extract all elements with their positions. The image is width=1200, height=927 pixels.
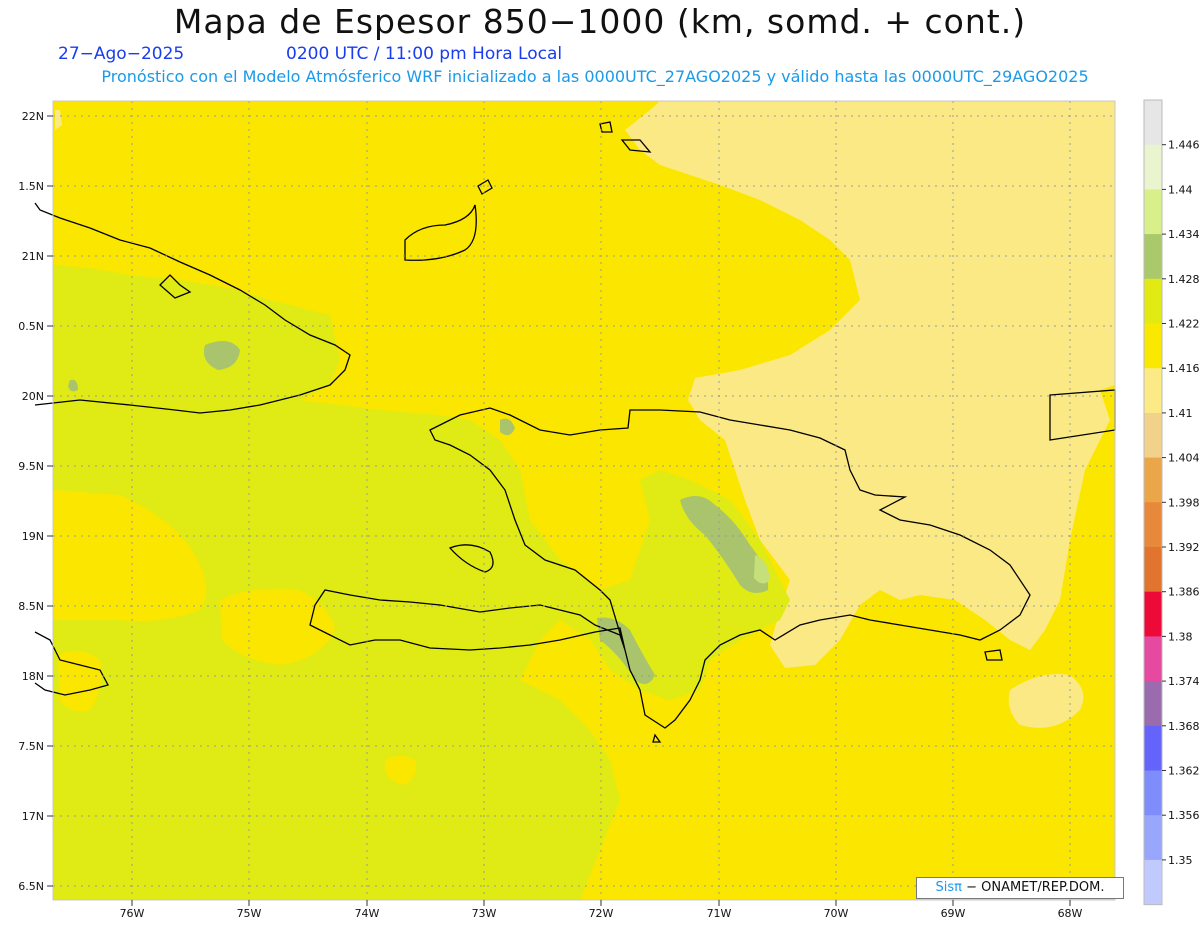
lat-label: 6.5N	[18, 880, 44, 893]
colorbar-swatch	[1144, 591, 1162, 637]
colorbar-swatch	[1144, 457, 1162, 503]
sis-logo-text: Sisπ	[935, 880, 962, 895]
colorbar-label: 1.386	[1168, 586, 1200, 599]
colorbar-swatch	[1144, 636, 1162, 682]
credit-box: Sisπ − ONAMET/REP.DOM.	[916, 877, 1124, 899]
lon-label: 75W	[237, 907, 262, 920]
yellow-patch-cay	[58, 651, 102, 712]
lat-label: 7.5N	[18, 740, 44, 753]
colorbar-label: 1.44	[1168, 183, 1193, 196]
lat-label: 21N	[22, 250, 44, 263]
colorbar-swatch	[1144, 502, 1162, 548]
lon-label: 70W	[824, 907, 849, 920]
thickness-map: 22N 1.5N 21N 0.5N 20N 9.5N 19N 8.5N 18N …	[18, 99, 1200, 920]
colorbar-label: 1.41	[1168, 407, 1193, 420]
lon-labels: 76W 75W 74W 73W 72W 71W 70W 69W 68W	[120, 907, 1083, 920]
colorbar-label: 1.362	[1168, 765, 1200, 778]
colorbar-label: 1.356	[1168, 809, 1200, 822]
lon-label: 73W	[472, 907, 497, 920]
colorbar-swatch	[1144, 547, 1162, 593]
lon-label: 72W	[589, 907, 614, 920]
colorbar-label: 1.392	[1168, 541, 1200, 554]
colorbar-swatch	[1144, 278, 1162, 324]
colorbar-label: 1.422	[1168, 318, 1200, 331]
colorbar-swatch	[1144, 412, 1162, 459]
colorbar-swatch	[1144, 234, 1162, 280]
colorbar-swatch	[1144, 100, 1162, 146]
colorbar-swatch	[1144, 859, 1162, 906]
colorbar-label: 1.368	[1168, 720, 1200, 733]
credit-text: − ONAMET/REP.DOM.	[966, 880, 1105, 895]
lon-label: 76W	[120, 907, 145, 920]
lon-label: 71W	[707, 907, 732, 920]
colorbar-label: 1.35	[1168, 854, 1193, 867]
lat-label: 1.5N	[18, 180, 44, 193]
lat-label: 20N	[22, 390, 44, 403]
colorbar-label: 1.446	[1168, 139, 1200, 152]
lat-label: 0.5N	[18, 320, 44, 333]
colorbar-swatch	[1144, 368, 1162, 414]
lon-label: 68W	[1058, 907, 1083, 920]
colorbar-label: 1.416	[1168, 362, 1200, 375]
lat-labels: 22N 1.5N 21N 0.5N 20N 9.5N 19N 8.5N 18N …	[18, 110, 44, 893]
colorbar-swatch	[1144, 815, 1162, 861]
colorbar-swatch	[1144, 144, 1162, 190]
colorbar-label: 1.38	[1168, 630, 1193, 643]
colorbar-swatch	[1144, 681, 1162, 727]
colorbar-label: 1.404	[1168, 452, 1200, 465]
lat-label: 9.5N	[18, 460, 44, 473]
colorbar: 1.446 1.44 1.434 1.428 1.422 1.416 1.41 1.404 1.…	[1143, 99, 1200, 906]
colorbar-label: 1.428	[1168, 273, 1200, 286]
lat-label: 19N	[22, 530, 44, 543]
lat-label: 8.5N	[18, 600, 44, 613]
colorbar-swatch	[1144, 323, 1162, 369]
colorbar-label: 1.434	[1168, 228, 1200, 241]
colorbar-label: 1.374	[1168, 675, 1200, 688]
lon-label: 74W	[355, 907, 380, 920]
colorbar-swatch	[1144, 189, 1162, 235]
colorbar-swatch	[1144, 725, 1162, 771]
lat-label: 17N	[22, 810, 44, 823]
lat-label: 22N	[22, 110, 44, 123]
colorbar-label: 1.398	[1168, 496, 1200, 509]
lat-label: 18N	[22, 670, 44, 683]
lon-label: 69W	[941, 907, 966, 920]
colorbar-swatch	[1144, 770, 1162, 816]
